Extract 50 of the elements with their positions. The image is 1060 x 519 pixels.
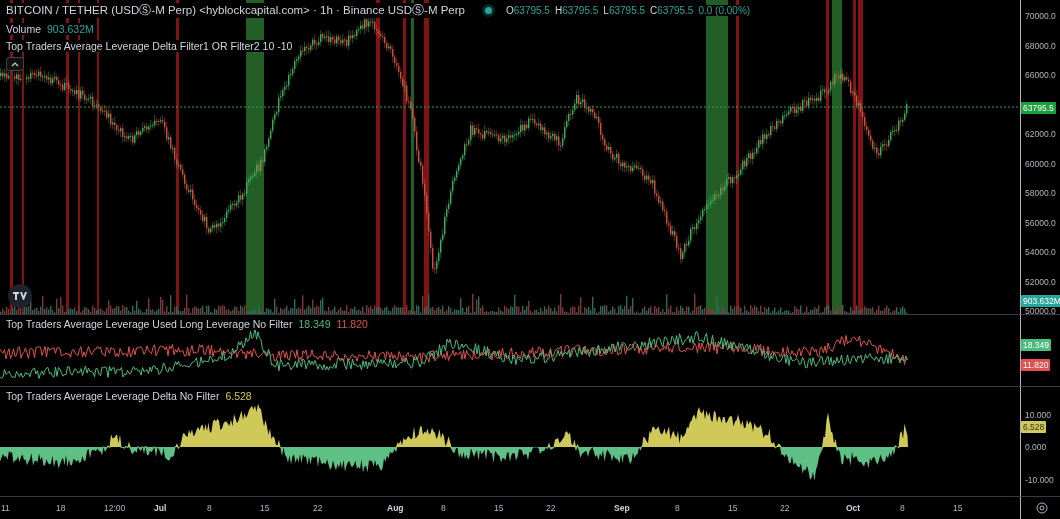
time-axis-label: Jul (154, 503, 167, 513)
time-axis-label: Sep (614, 503, 630, 513)
time-axis-label: 15 (260, 503, 270, 513)
axis-label: 68000.0 (1025, 40, 1056, 51)
volume-tag: 903.632M (1021, 295, 1060, 307)
time-axis-label: 22 (313, 503, 323, 513)
ohlc-value: L63795.5 (603, 5, 646, 16)
indicator-name: Top Traders Average Leverage Used Long Leverage No Filter (6, 318, 293, 330)
time-axis-label: 15 (494, 503, 504, 513)
indicator-value-tag: 18.349 (1021, 339, 1051, 351)
time-axis-label: 18 (56, 503, 66, 513)
time-axis-label: Oct (846, 503, 861, 513)
indicator-name: Volume (6, 23, 42, 35)
indicator-value: 903.632M (47, 23, 94, 35)
indicator-value-tag: 6.528 (1021, 421, 1047, 433)
time-axis-label: 15 (953, 503, 963, 513)
time-axis-label: 8 (900, 503, 905, 513)
time-axis-label: 15 (728, 503, 738, 513)
indicator-name: Top Traders Average Leverage Delta Filter1 OR Filter2 10 -10 (6, 40, 293, 52)
last-price-tag: 63795.5 (1021, 102, 1056, 114)
time-axis-label: 22 (780, 503, 790, 513)
time-axis-label: Aug (387, 503, 404, 513)
axis-label: 58000.0 (1025, 188, 1056, 198)
axis-label: 62000.0 (1025, 129, 1056, 139)
axis-label: 70000.0 (1025, 11, 1056, 21)
axis-label: -10.000 (1025, 475, 1054, 485)
indicator-value: 6.528 (225, 390, 252, 402)
time-axis-label: 12:00 (104, 503, 126, 513)
indicator-value-tag: 11.820 (1021, 359, 1051, 371)
ohlc-value: C63795.5 (650, 5, 694, 16)
axis-label: 66000.0 (1025, 70, 1056, 80)
axis-label: 56000.0 (1025, 217, 1056, 228)
indicator-value: 18.349 (298, 318, 331, 330)
ohlc-value: H63795.5 (554, 5, 599, 16)
axis-label: 50000.0 (1025, 306, 1056, 314)
time-axis-label: 8 (441, 503, 446, 513)
chart-title: BITCOIN / TETHER (USDⓈ-M Perp) <hyblockcapital.com> · 1h · Binance USDⓈ-M Perp (6, 3, 465, 18)
axis-label: 10.000 (1025, 410, 1051, 420)
axis-label: 52000.0 (1025, 276, 1056, 287)
time-axis-label: 22 (546, 503, 556, 513)
axis-label: 54000.0 (1025, 247, 1056, 257)
price-change: 0.0 (0.00%) (698, 5, 751, 16)
time-axis-label: 8 (207, 503, 212, 513)
axis-label: 60000.0 (1025, 158, 1056, 169)
indicator-name: Top Traders Average Leverage Delta No Filter (6, 390, 220, 402)
ohlc-value: O63795.5 (506, 5, 550, 16)
axis-label: 0.000 (1025, 442, 1047, 452)
time-axis-label: 11 (1, 503, 10, 513)
indicator-value: 11.820 (336, 318, 368, 330)
time-axis-label: 8 (675, 503, 680, 513)
